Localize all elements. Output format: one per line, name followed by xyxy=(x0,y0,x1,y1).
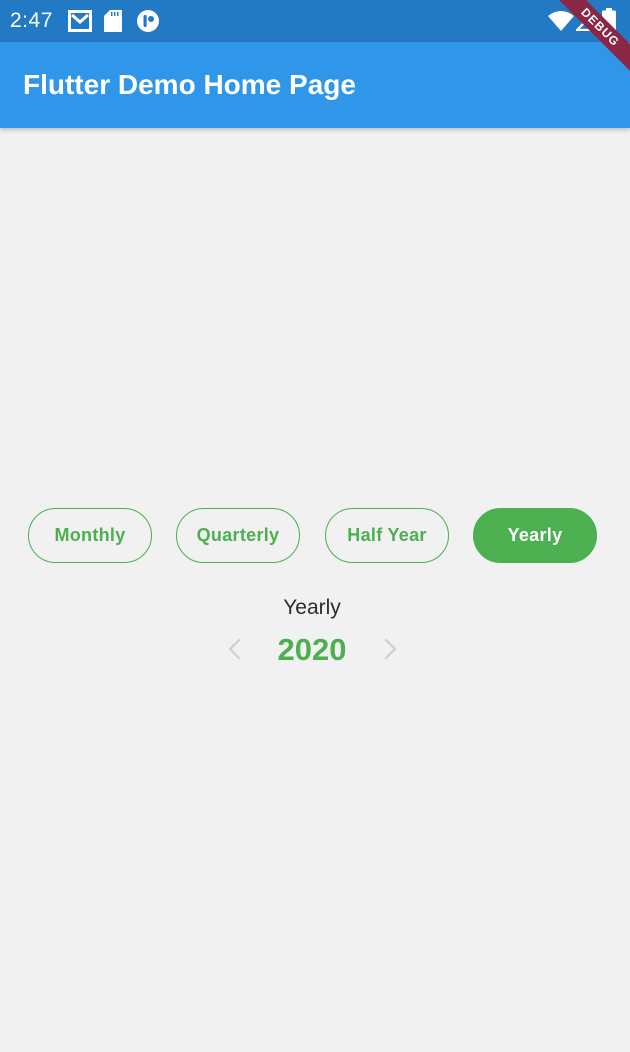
status-time: 2:47 xyxy=(10,9,53,32)
yearly-button[interactable]: Yearly xyxy=(473,508,597,563)
battery-icon xyxy=(602,8,616,32)
chevron-right-icon[interactable] xyxy=(377,636,403,662)
half-year-button[interactable]: Half Year xyxy=(325,508,449,563)
app-bar: Flutter Demo Home Page xyxy=(0,42,630,128)
signal-icon xyxy=(576,11,596,31)
quarterly-button[interactable]: Quarterly xyxy=(176,508,300,563)
year-navigator: 2020 xyxy=(0,628,630,672)
period-selector: Monthly Quarterly Half Year Yearly xyxy=(0,508,630,563)
notification-app-icon xyxy=(137,10,159,32)
sd-card-icon xyxy=(104,10,122,32)
page-title: Flutter Demo Home Page xyxy=(23,69,356,100)
monthly-button[interactable]: Monthly xyxy=(28,508,152,563)
gmail-icon xyxy=(68,10,92,32)
period-label: Yearly xyxy=(283,596,341,619)
status-bar: 2:47 xyxy=(0,0,630,42)
wifi-icon xyxy=(548,11,574,31)
